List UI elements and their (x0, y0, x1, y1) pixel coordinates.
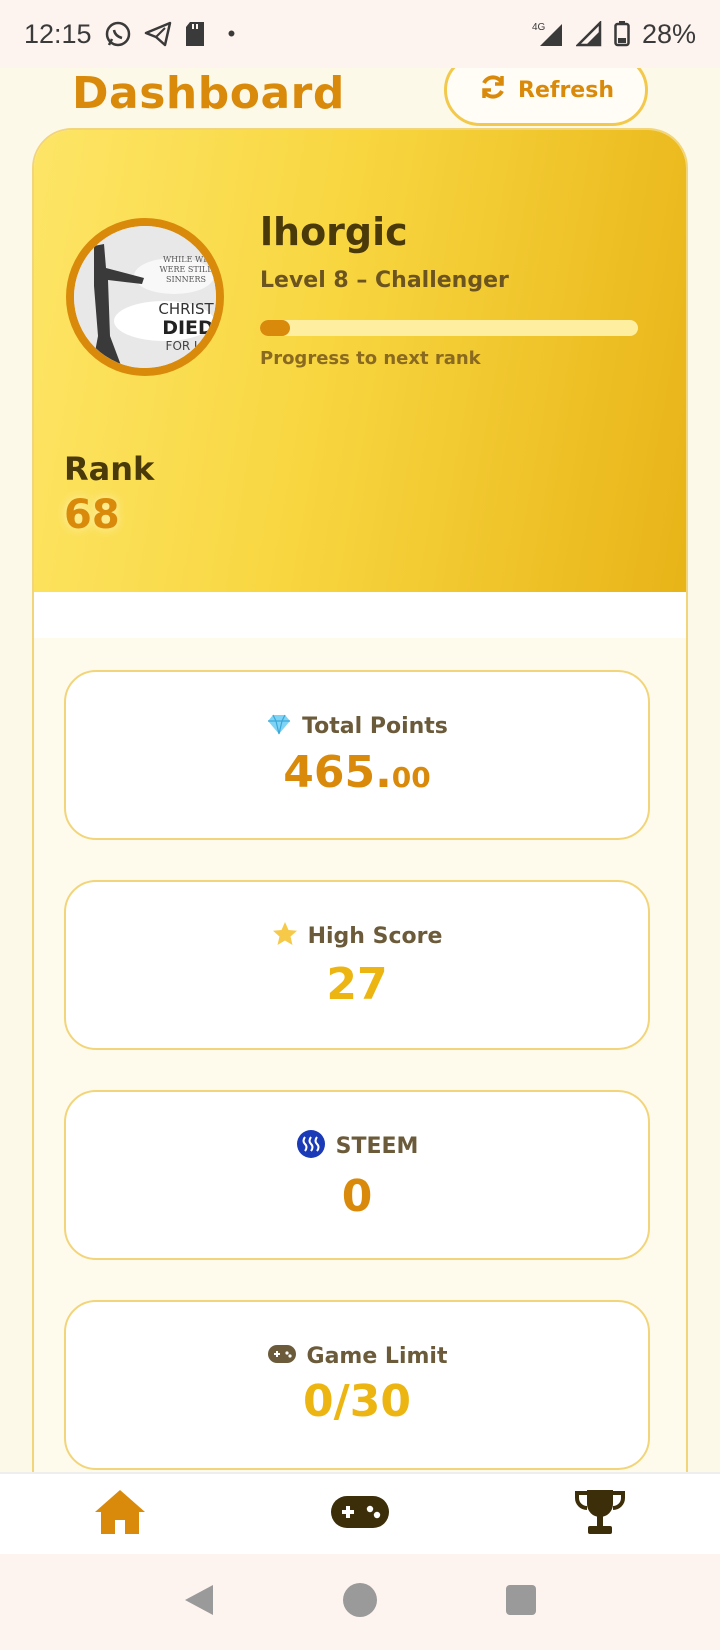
sd-card-icon (184, 21, 206, 47)
signal-icon (575, 21, 602, 47)
status-bar: 12:15 • 4G 28% (0, 0, 720, 68)
star-icon (272, 921, 298, 953)
system-nav (0, 1554, 720, 1650)
page-title: Dashboard (72, 68, 345, 119)
dashboard-card: WHILE WE WERE STILL SINNERS CHRIST DIED … (32, 128, 688, 1472)
telegram-icon (144, 20, 172, 48)
gem-icon (266, 713, 292, 741)
battery-percent: 28% (641, 18, 696, 49)
home-icon (93, 1488, 147, 1540)
svg-text:SINNERS: SINNERS (166, 275, 206, 284)
steem-icon (296, 1129, 326, 1165)
steem-label: STEEM (335, 1134, 419, 1159)
total-points-header: Total Points (266, 713, 448, 741)
refresh-button[interactable]: Refresh (444, 68, 648, 126)
nav-home[interactable] (60, 1479, 180, 1549)
game-limit-card: Game Limit 0/30 (64, 1300, 650, 1470)
back-icon[interactable] (183, 1583, 215, 1621)
username: lhorgic (260, 210, 408, 254)
rank-value: 68 (64, 492, 120, 538)
svg-text:4G: 4G (532, 22, 546, 33)
battery-icon (614, 21, 630, 47)
app-content: Dashboard Refresh WHILE WE WERE STILL SI… (0, 68, 720, 1472)
steem-header: STEEM (296, 1129, 419, 1165)
rank-progress-bar (260, 320, 638, 336)
rank-label: Rank (64, 450, 155, 488)
steem-card: STEEM 0 (64, 1090, 650, 1260)
notification-dot: • (227, 21, 236, 46)
total-points-decimal: 00 (391, 760, 431, 794)
svg-text:WERE STILL: WERE STILL (159, 265, 213, 274)
trophy-icon (573, 1488, 627, 1540)
stats-list: Total Points 465.00 High Score 27 STEEM … (34, 638, 686, 1470)
game-limit-label: Game Limit (306, 1344, 448, 1369)
home-circle-icon[interactable] (342, 1582, 378, 1622)
status-time: 12:15 (24, 18, 92, 49)
total-points-value: 465.00 (283, 747, 431, 798)
nav-leaderboard[interactable] (540, 1479, 660, 1549)
high-score-label: High Score (307, 924, 443, 949)
high-score-header: High Score (272, 921, 443, 953)
high-score-card: High Score 27 (64, 880, 650, 1050)
recents-icon[interactable] (505, 1584, 537, 1620)
total-points-label: Total Points (302, 714, 448, 739)
steem-value: 0 (341, 1170, 373, 1222)
hero-divider (34, 592, 686, 638)
total-points-integer: 465. (283, 746, 392, 798)
bottom-nav (0, 1472, 720, 1554)
gamepad-icon (267, 1344, 297, 1370)
total-points-card: Total Points 465.00 (64, 670, 650, 840)
game-limit-value: 0/30 (303, 1375, 411, 1427)
gamepad-icon (330, 1494, 390, 1534)
status-left: 12:15 • (24, 19, 235, 50)
svg-text:WHILE WE: WHILE WE (163, 255, 209, 264)
whatsapp-icon (104, 20, 132, 48)
rank-progress-fill (260, 320, 291, 336)
signal-4g-icon: 4G (532, 20, 564, 48)
svg-text:DIED: DIED (162, 317, 214, 339)
refresh-label: Refresh (518, 77, 614, 103)
level-label: Level 8 – Challenger (260, 268, 509, 293)
nav-games[interactable] (300, 1479, 420, 1549)
avatar[interactable]: WHILE WE WERE STILL SINNERS CHRIST DIED … (66, 218, 224, 376)
profile-hero: WHILE WE WERE STILL SINNERS CHRIST DIED … (34, 130, 686, 592)
svg-text:CHRIST: CHRIST (158, 300, 214, 318)
game-limit-header: Game Limit (267, 1344, 448, 1370)
refresh-icon (478, 72, 508, 108)
svg-text:FOR US: FOR US (166, 339, 211, 353)
status-right: 4G 28% (532, 19, 696, 50)
progress-label: Progress to next rank (260, 348, 481, 369)
page-header: Dashboard Refresh (0, 68, 720, 128)
high-score-value: 27 (326, 958, 388, 1010)
